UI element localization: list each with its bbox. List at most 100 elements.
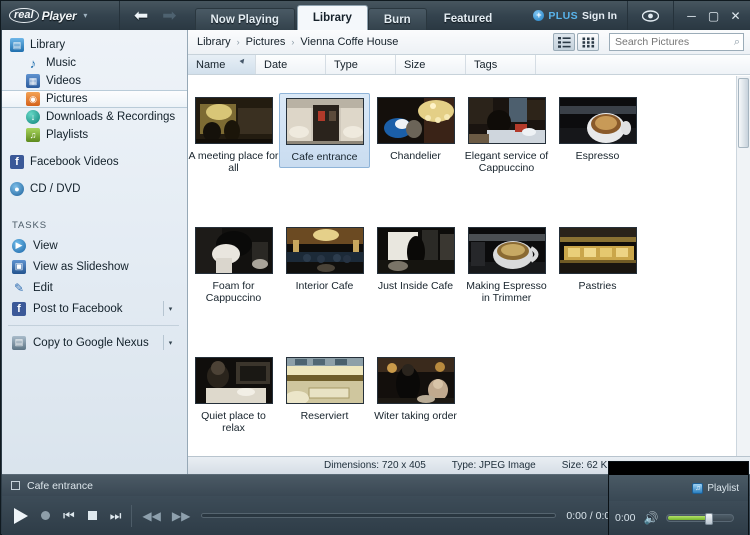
next-button[interactable]: ⏭ [110,508,122,524]
record-button[interactable] [41,511,50,520]
column-label: Date [264,58,288,71]
overlay-volume-knob[interactable] [705,513,714,525]
seek-slider[interactable] [201,513,557,518]
play-button[interactable] [14,507,28,524]
sidebar-item-videos[interactable]: ▦ Videos [2,72,187,90]
search-input[interactable] [615,36,734,48]
vertical-scrollbar[interactable] [736,76,750,474]
search-icon[interactable]: ⌕ [734,36,740,49]
task-label: Copy to Google Nexus On... [33,336,151,349]
sidebar-item-pictures[interactable]: ◉ Pictures [2,90,187,108]
column-label: Type [334,58,358,71]
tab-library[interactable]: Library [296,5,368,30]
thumbnail-caption: Interior Cafe [295,280,354,292]
thumbnail-image [194,97,273,144]
task-dropdown-caret[interactable]: ▾ [163,301,177,316]
brand-logo[interactable]: real Player ▾ [1,1,119,30]
eye-button[interactable] [627,1,674,30]
thumbnail-image [467,97,546,144]
sidebar-item-playlists[interactable]: ♫ Playlists [2,126,187,144]
column-header-name[interactable]: Name ▲ [188,55,256,74]
now-playing-title: Cafe entrance [27,479,93,492]
thumbnail-caption: Just Inside Cafe [377,280,454,292]
thumbnail-image [285,227,364,274]
thumbnail-grid: A meeting place for all Cafe entrance Ch… [188,76,736,474]
back-arrow-icon[interactable]: ⬅ [134,7,148,24]
column-header-type[interactable]: Type [326,55,396,74]
thumbnail-item-selected[interactable]: Cafe entrance [279,90,370,220]
thumbnail-item[interactable]: Espresso [552,90,643,220]
playlist-button[interactable]: ♫ Playlist [692,482,739,494]
tab-featured[interactable]: Featured [429,8,508,30]
chevron-down-icon[interactable]: ▾ [83,11,87,20]
device-icon: ▤ [12,335,26,350]
disc-icon: ● [10,182,24,196]
overlay-volume-slider[interactable] [666,513,735,525]
breadcrumb-pictures[interactable]: Pictures [246,36,286,48]
thumbnail-item[interactable]: Interior Cafe [279,220,370,350]
task-view[interactable]: ▶ View [2,235,187,256]
sidebar-item-cd-dvd[interactable]: ● CD / DVD [2,180,187,198]
task-view-as-slideshow[interactable]: ▣ View as Slideshow [2,256,187,277]
list-view-icon [557,36,571,48]
previous-button[interactable]: ⏮ [63,508,75,524]
video-area [609,462,748,475]
breadcrumb-separator-icon: › [291,37,295,47]
plus-sign-in-button[interactable]: + PLUS Sign In [523,10,627,22]
breadcrumb-library[interactable]: Library [197,36,231,48]
close-button[interactable]: ✕ [729,10,742,22]
window-buttons: ─ ▢ ✕ [674,10,750,22]
list-view-button[interactable] [553,33,575,51]
tasks-header: TASKS [12,220,47,231]
grid-view-icon [582,37,594,47]
thumbnail-item[interactable]: A meeting place for all [188,90,279,220]
overlay-playlist-bar: ♫ Playlist [609,475,748,501]
realplayer-window: real Player ▾ ⬅ ➡ Now Playing Library Bu… [0,0,750,535]
sidebar-item-downloads-recordings[interactable]: ↓ Downloads & Recordings [2,108,187,126]
slideshow-icon: ▣ [12,259,26,274]
search-box[interactable]: ⌕ [609,33,744,51]
stop-button[interactable] [87,511,97,520]
thumbnail-row: A meeting place for all Cafe entrance Ch… [188,90,736,220]
column-header-tags[interactable]: Tags [466,55,536,74]
column-header-size[interactable]: Size [396,55,466,74]
thumbnail-item[interactable]: Making Espresso in Trimmer [461,220,552,350]
now-playing-title-group: Cafe entrance [2,480,93,492]
grid-view-button[interactable] [577,33,599,51]
tab-burn[interactable]: Burn [367,8,427,30]
speaker-icon[interactable]: 🔊 [643,511,658,525]
forward-arrow-icon[interactable]: ➡ [162,7,176,24]
rewind-button[interactable]: ◀◀ [142,509,160,523]
main-tabs: Now Playing Library Burn Featured [194,1,508,30]
navigation-buttons: ⬅ ➡ [119,1,191,30]
tab-now-playing[interactable]: Now Playing [194,8,295,30]
thumbnail-image [558,227,637,274]
secondary-player-panel: ♫ Playlist 0:00 🔊 [608,461,749,535]
view-toggle-group: ⌕ [553,33,744,51]
task-dropdown-caret[interactable]: ▾ [163,335,177,350]
thumbnail-item[interactable]: Just Inside Cafe [370,220,461,350]
sidebar-item-library[interactable]: ▤ Library [2,36,187,54]
sidebar-item-label: Playlists [46,129,89,141]
fast-forward-button[interactable]: ▶▶ [172,509,190,523]
thumbnail-item[interactable]: Foam for Cappuccino [188,220,279,350]
task-copy-to-device[interactable]: ▤ Copy to Google Nexus On... ▾ [2,332,187,353]
task-edit[interactable]: ✎ Edit [2,277,187,298]
thumbnail-item[interactable]: Elegant service of Cappuccino [461,90,552,220]
brand-name: Player [41,8,77,23]
minimize-button[interactable]: ─ [685,10,698,22]
task-post-to-facebook[interactable]: f Post to Facebook ▾ [2,298,187,319]
facebook-icon: f [12,301,26,316]
sign-in-label: Sign In [582,9,617,22]
thumbnail-caption: Reserviert [300,410,349,422]
titlebar-right: + PLUS Sign In ─ ▢ ✕ [523,1,750,30]
column-header-date[interactable]: Date [256,55,326,74]
scrollbar-thumb[interactable] [738,78,749,148]
sidebar-item-music[interactable]: ♪ Music [2,54,187,72]
task-label: Post to Facebook [33,302,123,315]
thumbnail-item[interactable]: Pastries [552,220,643,350]
maximize-button[interactable]: ▢ [707,10,720,22]
thumbnail-item[interactable]: Chandelier [370,90,461,220]
sidebar-item-facebook-videos[interactable]: f Facebook Videos [2,153,187,171]
breadcrumb-current-folder[interactable]: Vienna Coffe House [300,36,398,48]
